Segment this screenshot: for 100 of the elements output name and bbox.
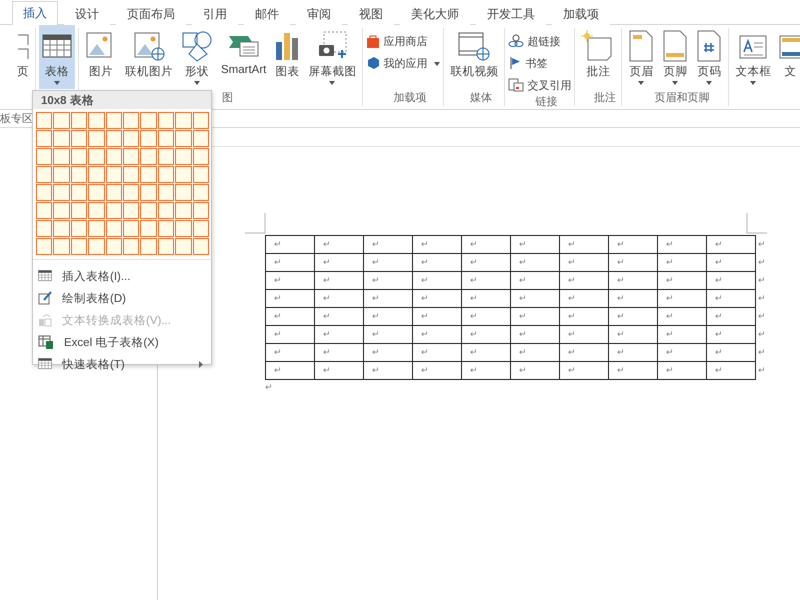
grid-cell[interactable] bbox=[158, 220, 174, 237]
grid-cell[interactable] bbox=[36, 112, 52, 129]
grid-cell[interactable] bbox=[70, 184, 88, 201]
grid-cell[interactable] bbox=[123, 184, 140, 201]
grid-cell[interactable] bbox=[158, 166, 174, 183]
ribbon-button[interactable]: 图片 bbox=[82, 25, 120, 89]
grid-cell[interactable] bbox=[175, 112, 192, 129]
grid-cell[interactable] bbox=[140, 148, 157, 165]
grid-cell[interactable] bbox=[53, 238, 70, 255]
ribbon-button[interactable]: 批注 bbox=[578, 25, 618, 89]
grid-cell[interactable] bbox=[70, 112, 88, 129]
grid-cell[interactable] bbox=[88, 202, 105, 219]
ribbon-button[interactable]: 交叉引用 bbox=[508, 76, 572, 94]
grid-cell[interactable] bbox=[106, 166, 122, 183]
grid-cell[interactable] bbox=[140, 166, 157, 183]
grid-cell[interactable] bbox=[140, 130, 157, 147]
grid-cell[interactable] bbox=[123, 130, 140, 147]
grid-cell[interactable] bbox=[53, 130, 70, 147]
grid-cell[interactable] bbox=[53, 184, 70, 201]
ribbon-button[interactable]: 文本框 bbox=[732, 25, 774, 89]
grid-cell[interactable] bbox=[106, 148, 122, 165]
ribbon-button[interactable]: 联机视频 bbox=[447, 25, 502, 89]
grid-cell[interactable] bbox=[123, 238, 140, 255]
grid-cell[interactable] bbox=[36, 220, 52, 237]
grid-cell[interactable] bbox=[123, 112, 140, 129]
grid-cell[interactable] bbox=[192, 184, 210, 201]
grid-cell[interactable] bbox=[70, 148, 88, 165]
grid-cell[interactable] bbox=[158, 238, 174, 255]
grid-cell[interactable] bbox=[140, 238, 157, 255]
ribbon-tab[interactable]: 插入 bbox=[12, 1, 58, 25]
grid-cell[interactable] bbox=[175, 148, 192, 165]
grid-cell[interactable] bbox=[88, 112, 105, 129]
ribbon-button[interactable]: 书签 bbox=[508, 54, 572, 72]
menu-item[interactable]: 绘制表格(D) bbox=[33, 287, 211, 309]
grid-cell[interactable] bbox=[106, 220, 122, 237]
grid-cell[interactable] bbox=[175, 238, 192, 255]
ribbon-button[interactable]: 页眉 bbox=[625, 25, 658, 89]
grid-cell[interactable] bbox=[53, 220, 70, 237]
grid-cell[interactable] bbox=[175, 130, 192, 147]
menu-item[interactable]: Excel 电子表格(X) bbox=[33, 331, 211, 353]
grid-cell[interactable] bbox=[36, 148, 52, 165]
grid-cell[interactable] bbox=[106, 112, 122, 129]
grid-cell[interactable] bbox=[106, 184, 122, 201]
ribbon-button[interactable]: 页脚 bbox=[659, 25, 692, 89]
grid-cell[interactable] bbox=[88, 220, 105, 237]
grid-cell[interactable] bbox=[140, 184, 157, 201]
grid-cell[interactable] bbox=[158, 184, 174, 201]
ribbon-button[interactable]: 页码 bbox=[693, 25, 726, 89]
grid-cell[interactable] bbox=[70, 202, 88, 219]
grid-cell[interactable] bbox=[106, 130, 122, 147]
grid-cell[interactable] bbox=[175, 166, 192, 183]
menu-item[interactable]: 插入表格(I)... bbox=[33, 265, 211, 287]
grid-cell[interactable] bbox=[88, 130, 105, 147]
grid-cell[interactable] bbox=[123, 202, 140, 219]
grid-cell[interactable] bbox=[36, 202, 52, 219]
ribbon-button[interactable]: SmartArt bbox=[218, 25, 270, 89]
grid-cell[interactable] bbox=[192, 166, 210, 183]
grid-cell[interactable] bbox=[175, 220, 192, 237]
grid-cell[interactable] bbox=[36, 130, 52, 147]
grid-cell[interactable] bbox=[140, 220, 157, 237]
grid-cell[interactable] bbox=[192, 220, 210, 237]
menu-item[interactable]: 快速表格(T) bbox=[33, 353, 211, 375]
grid-cell[interactable] bbox=[36, 166, 52, 183]
grid-cell[interactable] bbox=[70, 238, 88, 255]
grid-cell[interactable] bbox=[53, 166, 70, 183]
grid-cell[interactable] bbox=[70, 166, 88, 183]
ribbon-button[interactable]: 我的应用 bbox=[366, 54, 440, 72]
grid-cell[interactable] bbox=[192, 112, 210, 129]
grid-cell[interactable] bbox=[106, 238, 122, 255]
grid-cell[interactable] bbox=[192, 148, 210, 165]
grid-cell[interactable] bbox=[123, 148, 140, 165]
grid-cell[interactable] bbox=[192, 130, 210, 147]
grid-cell[interactable] bbox=[36, 184, 52, 201]
grid-cell[interactable] bbox=[158, 112, 174, 129]
grid-cell[interactable] bbox=[123, 166, 140, 183]
ribbon-button[interactable]: 文 bbox=[776, 25, 800, 89]
grid-cell[interactable] bbox=[70, 130, 88, 147]
grid-cell[interactable] bbox=[53, 112, 70, 129]
ribbon-button[interactable]: 联机图片 bbox=[122, 25, 176, 89]
grid-cell[interactable] bbox=[140, 112, 157, 129]
grid-cell[interactable] bbox=[140, 202, 157, 219]
grid-cell[interactable] bbox=[88, 184, 105, 201]
grid-cell[interactable] bbox=[88, 166, 105, 183]
ribbon-button[interactable]: 超链接 bbox=[508, 32, 572, 50]
grid-cell[interactable] bbox=[158, 148, 174, 165]
grid-cell[interactable] bbox=[175, 202, 192, 219]
ribbon-button[interactable]: 页 bbox=[14, 25, 32, 89]
grid-cell[interactable] bbox=[192, 202, 210, 219]
grid-cell[interactable] bbox=[175, 184, 192, 201]
grid-cell[interactable] bbox=[53, 202, 70, 219]
ribbon-button[interactable]: 表格 bbox=[39, 25, 75, 89]
ribbon-button[interactable]: 应用商店 bbox=[366, 32, 440, 50]
grid-cell[interactable] bbox=[88, 238, 105, 255]
grid-cell[interactable] bbox=[192, 238, 210, 255]
grid-cell[interactable] bbox=[88, 148, 105, 165]
grid-cell[interactable] bbox=[53, 148, 70, 165]
ribbon-button[interactable]: 图表 bbox=[271, 25, 304, 89]
ribbon-button[interactable]: 屏幕截图 bbox=[305, 25, 360, 89]
grid-cell[interactable] bbox=[158, 202, 174, 219]
grid-cell[interactable] bbox=[70, 220, 88, 237]
